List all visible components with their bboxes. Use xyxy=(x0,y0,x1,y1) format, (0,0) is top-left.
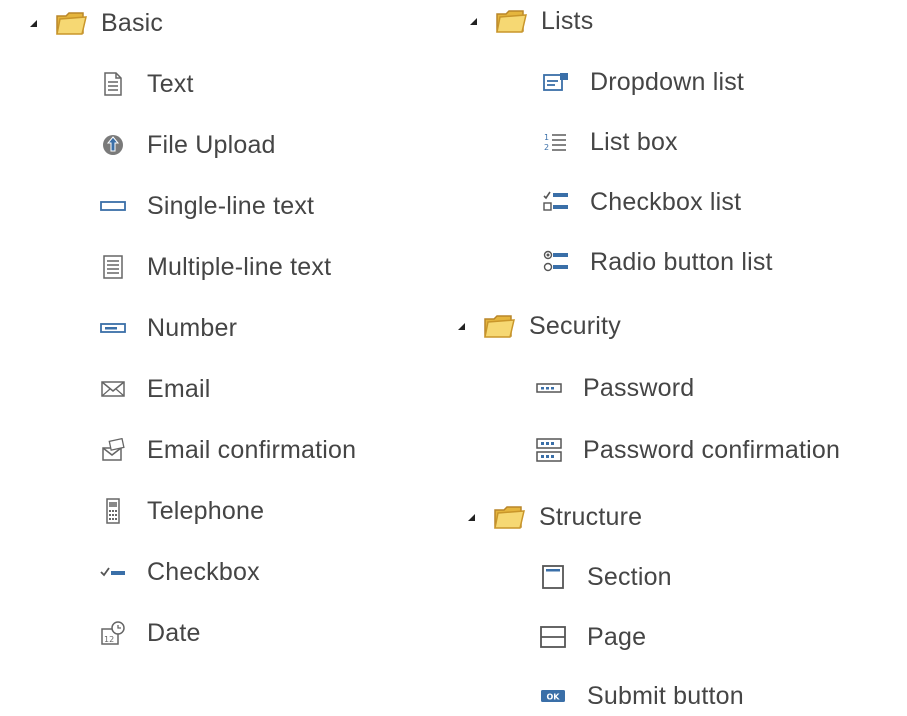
svg-text:2: 2 xyxy=(544,143,549,152)
tree-item-label: Telephone xyxy=(147,496,265,525)
password-confirmation-icon xyxy=(536,437,562,463)
tree-item-file-upload[interactable]: File Upload xyxy=(100,125,276,165)
tree-item-label: Email confirmation xyxy=(147,435,357,464)
svg-text:12: 12 xyxy=(104,635,114,644)
tree-item-number[interactable]: Number xyxy=(100,308,237,348)
tree-item-telephone[interactable]: Telephone xyxy=(100,491,264,531)
multiple-line-text-icon xyxy=(100,254,126,280)
collapse-toggle-icon[interactable] xyxy=(30,19,37,27)
list-box-icon: 12 xyxy=(543,129,569,155)
dropdown-list-icon xyxy=(543,69,569,95)
tree-item-label: Section xyxy=(587,562,672,591)
single-line-text-icon xyxy=(100,193,126,219)
checkbox-icon xyxy=(100,559,126,585)
tree-item-label: Checkbox list xyxy=(590,187,742,216)
collapse-toggle-icon[interactable] xyxy=(470,17,477,25)
tree-item-email[interactable]: Email xyxy=(100,369,211,409)
email-icon xyxy=(100,376,126,402)
collapse-toggle-icon[interactable] xyxy=(458,322,465,330)
page-icon xyxy=(540,624,566,650)
tree-item-label: List box xyxy=(590,127,678,156)
radio-button-list-icon xyxy=(543,249,569,275)
tree-item-dropdown-list[interactable]: Dropdown list xyxy=(543,62,744,102)
text-document-icon xyxy=(100,71,126,97)
folder-icon xyxy=(494,6,528,36)
svg-text:OK: OK xyxy=(547,693,561,702)
tree-item-label: Email xyxy=(147,374,211,403)
tree-item-checkbox-list[interactable]: Checkbox list xyxy=(543,182,741,222)
number-icon xyxy=(100,315,126,341)
tree-item-label: Date xyxy=(147,618,201,647)
tree-item-section[interactable]: Section xyxy=(540,557,672,597)
collapse-toggle-icon[interactable] xyxy=(468,513,475,521)
tree-item-email-confirmation[interactable]: Email confirmation xyxy=(100,430,356,470)
folder-icon xyxy=(492,502,526,532)
tree-item-label: Number xyxy=(147,313,238,342)
tree-item-label: Multiple-line text xyxy=(147,252,332,281)
email-confirmation-icon xyxy=(100,437,126,463)
tree-item-label: Password confirmation xyxy=(583,435,841,464)
submit-button-icon: OK xyxy=(540,683,566,709)
tree-item-single-line-text[interactable]: Single-line text xyxy=(100,186,314,226)
folder-icon xyxy=(482,311,516,341)
tree-item-label: Password xyxy=(583,373,695,402)
tree-item-label: Single-line text xyxy=(147,191,315,220)
tree-item-checkbox[interactable]: Checkbox xyxy=(100,552,260,592)
tree-item-label: Text xyxy=(147,69,194,98)
tree-item-label: File Upload xyxy=(147,130,276,159)
folder-security[interactable]: Security xyxy=(458,306,621,346)
tree-item-label: Dropdown list xyxy=(590,67,745,96)
tree-item-page[interactable]: Page xyxy=(540,617,646,657)
checkbox-list-icon xyxy=(543,189,569,215)
folder-icon xyxy=(54,8,88,38)
folder-structure[interactable]: Structure xyxy=(468,497,642,537)
tree-item-text[interactable]: Text xyxy=(100,64,194,104)
tree-item-radio-button-list[interactable]: Radio button list xyxy=(543,242,773,282)
tree-item-label: Submit button xyxy=(587,681,744,710)
tree-item-submit-button[interactable]: OK Submit button xyxy=(540,676,744,716)
password-icon xyxy=(536,375,562,401)
folder-lists[interactable]: Lists xyxy=(470,1,593,41)
folder-label: Security xyxy=(529,311,621,340)
tree-item-label: Checkbox xyxy=(147,557,260,586)
telephone-icon xyxy=(100,498,126,524)
folder-label: Structure xyxy=(539,502,643,531)
tree-item-label: Radio button list xyxy=(590,247,773,276)
file-upload-icon xyxy=(100,132,126,158)
tree-item-label: Page xyxy=(587,622,647,651)
tree-item-password[interactable]: Password xyxy=(536,368,694,408)
tree-item-date[interactable]: 12 Date xyxy=(100,613,201,653)
folder-label: Lists xyxy=(541,6,594,35)
section-icon xyxy=(540,564,566,590)
date-icon: 12 xyxy=(100,620,126,646)
svg-text:1: 1 xyxy=(544,133,549,142)
tree-item-list-box[interactable]: 12 List box xyxy=(543,122,678,162)
tree-item-multiple-line-text[interactable]: Multiple-line text xyxy=(100,247,331,287)
folder-label: Basic xyxy=(101,8,164,37)
tree-item-password-confirmation[interactable]: Password confirmation xyxy=(536,430,840,470)
folder-basic[interactable]: Basic xyxy=(30,3,163,43)
